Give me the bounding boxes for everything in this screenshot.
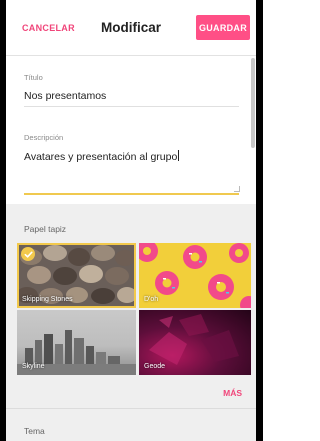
- description-field-underline: [24, 193, 239, 195]
- resize-handle-icon[interactable]: [234, 186, 240, 192]
- text-caret: [178, 150, 180, 161]
- title-field-label: Título: [24, 73, 43, 82]
- check-icon: [21, 247, 35, 261]
- section-divider: [6, 408, 256, 409]
- wallpaper-tile-label: Geode: [144, 363, 166, 370]
- wallpaper-tile-doh[interactable]: D'oh: [139, 243, 251, 308]
- wallpaper-tile-skyline[interactable]: Skyline: [17, 310, 136, 375]
- theme-section-label: Tema: [24, 426, 45, 436]
- description-field[interactable]: Avatares y presentación al grupo: [24, 150, 180, 163]
- device-frame: CANCELAR Modificar GUARDAR Título Nos pr…: [0, 0, 263, 441]
- wallpaper-tile-label: D'oh: [144, 296, 159, 303]
- title-field-underline: [24, 106, 239, 107]
- save-button[interactable]: GUARDAR: [196, 15, 250, 40]
- wallpaper-tile-geode[interactable]: Geode: [139, 310, 251, 375]
- wallpaper-section-label: Papel tapiz: [24, 224, 67, 234]
- edit-screen: CANCELAR Modificar GUARDAR Título Nos pr…: [6, 0, 256, 441]
- wallpaper-tile-skipping-stones[interactable]: Skipping Stones: [17, 243, 136, 308]
- wallpaper-tile-label: Skyline: [22, 363, 45, 370]
- scrollbar[interactable]: [251, 58, 255, 148]
- description-field-label: Descripción: [24, 133, 64, 142]
- title-field[interactable]: Nos presentamos: [24, 90, 106, 102]
- edit-form: Título Nos presentamos Descripción Avata…: [6, 56, 256, 204]
- app-header: CANCELAR Modificar GUARDAR: [6, 0, 256, 56]
- description-text: Avatares y presentación al grupo: [24, 151, 178, 163]
- wallpaper-tile-label: Skipping Stones: [22, 296, 73, 303]
- more-wallpapers-button[interactable]: MÁS: [223, 388, 242, 398]
